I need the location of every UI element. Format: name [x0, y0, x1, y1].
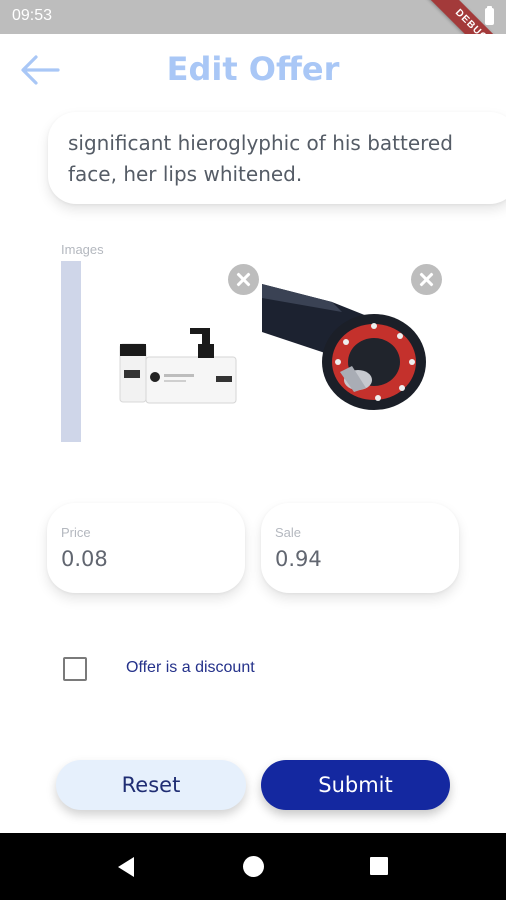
status-time: 09:53	[12, 7, 53, 24]
nav-home-button[interactable]	[243, 856, 264, 877]
app-bar: Edit Offer	[0, 34, 506, 106]
status-bar: 09:53 DEBUG	[0, 0, 506, 80]
images-label: Images	[61, 242, 104, 257]
description-field[interactable]: significant hieroglyphic of his battered…	[48, 112, 506, 204]
triangle-back-icon	[118, 857, 134, 877]
sale-field[interactable]: Sale 0.94	[261, 503, 459, 593]
sale-label: Sale	[275, 525, 302, 540]
price-field[interactable]: Price 0.08	[47, 503, 245, 593]
remove-image-button[interactable]	[411, 264, 442, 295]
nav-back-button[interactable]	[114, 855, 138, 879]
images-scrollbar[interactable]	[61, 261, 81, 442]
nav-recents-button[interactable]	[370, 857, 388, 875]
sale-value: 0.94	[275, 547, 322, 571]
submit-button[interactable]: Submit	[261, 760, 450, 810]
discount-checkbox[interactable]	[63, 657, 87, 681]
battery-icon	[485, 6, 494, 25]
remove-image-button[interactable]	[228, 264, 259, 295]
description-text: significant hieroglyphic of his battered…	[68, 131, 453, 186]
discount-checkbox-label[interactable]: Offer is a discount	[126, 659, 255, 677]
system-nav-bar	[0, 833, 506, 900]
price-value: 0.08	[61, 547, 108, 571]
price-label: Price	[61, 525, 91, 540]
reset-button[interactable]: Reset	[56, 760, 246, 810]
page-title: Edit Offer	[166, 50, 340, 88]
